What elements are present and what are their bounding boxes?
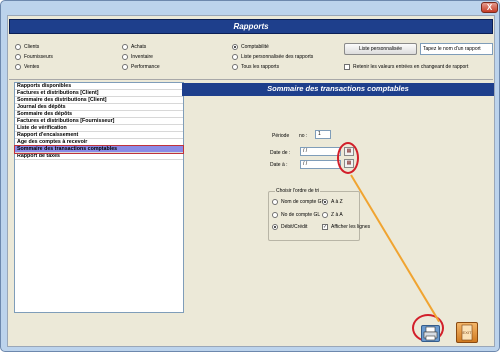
report-name-input[interactable]: Tapez le nom d'un rapport (420, 43, 493, 55)
date-de-label: Date de : (270, 150, 291, 156)
date-a-label: Date à : (270, 162, 288, 168)
radio-fournisseurs-circle[interactable] (15, 54, 21, 60)
radio-tous-rapports-label: Tous les rapports (241, 64, 280, 70)
sort-debit-credit-label: Débit/Crédit (281, 224, 308, 230)
show-lines-option[interactable]: ✓ Afficher les lignes (322, 224, 370, 230)
custom-list-button[interactable]: Liste personnalisée (344, 43, 417, 55)
radio-clients-circle[interactable] (15, 44, 21, 50)
radio-comptabilite-label: Comptabilité (241, 44, 269, 50)
main-window: X Rapports Clients Fournisseurs Ventes A… (0, 0, 500, 352)
sort-nom-compte-circle[interactable] (272, 199, 278, 205)
radio-clients-label: Clients (24, 44, 40, 50)
page-title: Rapports (9, 19, 493, 34)
radio-tous-rapports[interactable]: Tous les rapports (232, 64, 279, 70)
retain-values-option[interactable]: Retenir les valeurs entrées en changeant… (344, 64, 468, 70)
radio-inventaire-circle[interactable] (122, 54, 128, 60)
radio-ventes[interactable]: Ventes (15, 64, 39, 70)
show-lines-checkbox[interactable]: ✓ (322, 224, 328, 230)
radio-ventes-label: Ventes (24, 64, 40, 70)
retain-values-checkbox[interactable] (344, 64, 350, 70)
printer-icon-svg (423, 326, 438, 341)
sort-a-z-circle[interactable] (322, 199, 328, 205)
printer-icon[interactable] (421, 325, 440, 342)
radio-inventaire[interactable]: Inventaire (122, 54, 153, 60)
sort-debit-credit-circle[interactable] (272, 224, 278, 230)
radio-fournisseurs-label: Fournisseurs (24, 54, 53, 60)
periode-no-label: no : (299, 133, 308, 139)
report-panel-title: Sommaire des transactions comptables (182, 83, 494, 96)
sort-group-title: Choisir l'ordre de tri (275, 188, 321, 194)
radio-inventaire-label: Inventaire (131, 54, 153, 60)
list-item[interactable]: Rapport d'encaissement (15, 132, 183, 139)
list-item[interactable]: Rapports disponibles (15, 83, 183, 90)
list-item[interactable]: Âge des comptes à recevoir (15, 139, 183, 146)
date-de-input[interactable]: / / (300, 147, 341, 156)
radio-performance-label: Performance (131, 64, 160, 70)
periode-label: Période (272, 133, 290, 139)
radio-ventes-circle[interactable] (15, 64, 21, 70)
exit-icon-svg: EXIT (461, 324, 473, 341)
sort-nom-compte[interactable]: Nom de compte GL (272, 199, 324, 205)
radio-achats[interactable]: Achats (122, 44, 146, 50)
show-lines-label: Afficher les lignes (331, 224, 371, 230)
list-item[interactable]: Sommaire des dépôts (15, 111, 183, 118)
radio-liste-personnalisee-label: Liste personnalisée des rapports (241, 54, 314, 60)
sort-no-compte-label: No de compte GL (281, 212, 321, 218)
radio-fournisseurs[interactable]: Fournisseurs (15, 54, 53, 60)
client-area: Rapports Clients Fournisseurs Ventes Ach… (7, 15, 495, 347)
list-item[interactable]: Factures et distributions [Fournisseur] (15, 118, 183, 125)
report-list[interactable]: Rapports disponibles Factures et distrib… (14, 82, 184, 313)
sort-nom-compte-label: Nom de compte GL (281, 199, 325, 205)
radio-comptabilite-circle[interactable] (232, 44, 238, 50)
list-item[interactable]: Rapport de taxes (15, 153, 183, 160)
list-item[interactable]: Sommaire des distributions [Client] (15, 97, 183, 104)
list-item[interactable]: Factures et distributions [Client] (15, 90, 183, 97)
sort-a-z-label: A à Z (331, 199, 343, 205)
radio-performance-circle[interactable] (122, 64, 128, 70)
close-button[interactable]: X (481, 2, 498, 13)
radio-liste-personnalisee[interactable]: Liste personnalisée des rapports (232, 54, 313, 60)
sort-no-compte[interactable]: No de compte GL (272, 212, 320, 218)
periode-input[interactable]: 1 (315, 130, 331, 139)
retain-values-label: Retenir les valeurs entrées en changeant… (353, 64, 469, 70)
annotation-arrow (350, 174, 440, 323)
divider (9, 79, 493, 80)
sort-no-compte-circle[interactable] (272, 212, 278, 218)
radio-achats-circle[interactable] (122, 44, 128, 50)
exit-icon[interactable]: EXIT (456, 322, 478, 343)
list-item[interactable]: Journal des dépôts (15, 104, 183, 111)
highlight-circle (337, 142, 359, 174)
radio-achats-label: Achats (131, 44, 147, 50)
radio-liste-personnalisee-circle[interactable] (232, 54, 238, 60)
exit-label: EXIT (463, 330, 472, 335)
sort-z-a-label: Z à A (331, 212, 343, 218)
sort-debit-credit[interactable]: Débit/Crédit (272, 224, 307, 230)
list-item[interactable]: Liste de vérification (15, 125, 183, 132)
date-a-input[interactable]: / / (300, 160, 341, 169)
radio-clients[interactable]: Clients (15, 44, 39, 50)
radio-performance[interactable]: Performance (122, 64, 160, 70)
radio-comptabilite[interactable]: Comptabilité (232, 44, 269, 50)
sort-z-a[interactable]: Z à A (322, 212, 343, 218)
list-item-selected[interactable]: Sommaire des transactions comptables (14, 145, 184, 154)
sort-z-a-circle[interactable] (322, 212, 328, 218)
radio-tous-rapports-circle[interactable] (232, 64, 238, 70)
sort-a-z[interactable]: A à Z (322, 199, 343, 205)
